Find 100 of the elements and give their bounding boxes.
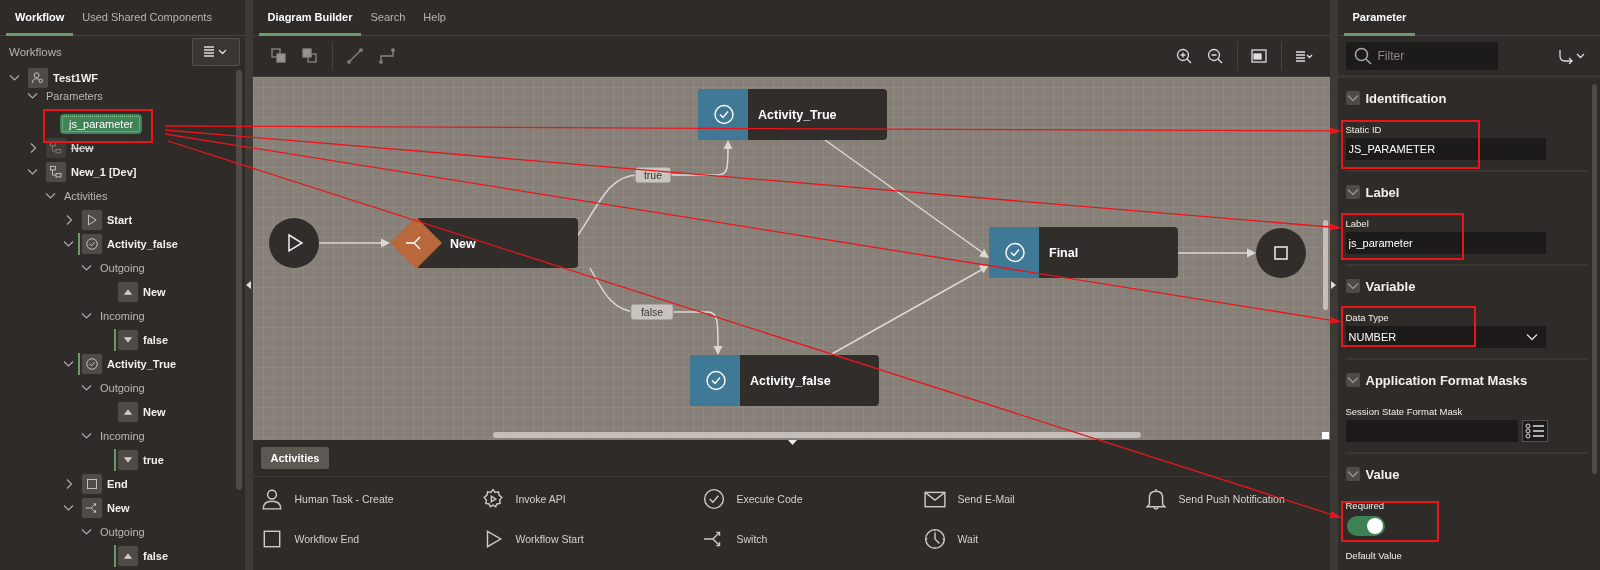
palette-item[interactable]: Switch [702, 519, 768, 559]
zoom-in-icon [1174, 47, 1193, 65]
palette-item[interactable]: Invoke API [481, 479, 566, 519]
list-icon [1524, 423, 1545, 439]
field-label: Session State Format Mask [1345, 406, 1463, 417]
palette-tab[interactable]: Activities [260, 447, 330, 469]
search-icon [1353, 46, 1372, 65]
palette-item[interactable]: Send Push Notification [1144, 479, 1285, 519]
palette-item[interactable]: Workflow Start [481, 519, 584, 559]
tree-item[interactable]: New [143, 406, 166, 418]
field-label: Data Type [1345, 312, 1389, 323]
tree-item[interactable]: js_parameter [60, 114, 143, 134]
clock-icon [923, 528, 946, 550]
palette-item[interactable]: Send E-Mail [923, 479, 1015, 519]
tree-item[interactable]: Test1WF [53, 72, 99, 84]
tree-group-label[interactable]: Outgoing [100, 526, 145, 538]
scrollbar[interactable] [235, 70, 242, 490]
tree-item[interactable]: New [143, 286, 166, 298]
check-circle-icon [702, 488, 725, 510]
bring-front-icon [269, 47, 288, 65]
play-icon [287, 233, 303, 253]
palette-item[interactable]: Wait [923, 519, 979, 559]
diagram-canvas[interactable]: true false New Activity_True Final Activity_false [252, 77, 1330, 440]
check-circle-icon [1004, 242, 1025, 263]
collapse-button[interactable] [1345, 373, 1360, 387]
filter-field[interactable]: Filter [1345, 41, 1498, 70]
end-node[interactable] [1255, 228, 1306, 278]
select-field[interactable]: NUMBER [1345, 326, 1546, 348]
collapse-arrow-icon[interactable] [246, 281, 251, 289]
tab[interactable]: Diagram Builder [258, 0, 362, 36]
section-title: Value [1365, 466, 1400, 482]
check-circle-icon [713, 104, 734, 125]
play-icon [85, 213, 99, 227]
tree-group-label[interactable]: Activities [64, 190, 108, 202]
activity-node[interactable]: Activity_True [697, 89, 887, 140]
scrollbar[interactable] [492, 432, 1141, 438]
tree-group-label[interactable]: Parameters [46, 90, 103, 102]
collapse-button[interactable] [1345, 91, 1360, 105]
collapse-button[interactable] [1345, 279, 1360, 293]
edge-label[interactable]: true [634, 166, 671, 184]
caret-icon [1525, 333, 1538, 341]
square-icon [1273, 246, 1288, 260]
tree-group-label[interactable]: Outgoing [100, 262, 145, 274]
node-label: Final [1048, 246, 1078, 260]
check-circle-icon [705, 370, 726, 391]
hierarchy-icon [49, 165, 63, 179]
panel-heading: Workflows [9, 46, 62, 58]
node-label: New [449, 237, 476, 251]
tab[interactable]: Used Shared Components [73, 0, 221, 36]
menu-button[interactable] [191, 38, 240, 66]
section-title: Application Format Masks [1365, 372, 1528, 388]
tree-item[interactable]: Activity_True [107, 358, 177, 370]
expand-arrow-icon[interactable] [1331, 281, 1336, 289]
section-title: Identification [1365, 90, 1447, 106]
tab[interactable]: Parameter [1343, 0, 1416, 36]
tab[interactable]: Workflow [6, 0, 74, 36]
palette-item[interactable]: Human Task - Create [260, 479, 394, 519]
list-picker-button[interactable] [1521, 420, 1548, 442]
field-label: Static ID [1345, 124, 1382, 135]
fit-icon [1250, 47, 1268, 65]
scrollbar[interactable] [1592, 84, 1597, 474]
palette-item[interactable]: Workflow End [260, 519, 360, 559]
tree-item[interactable]: true [143, 454, 164, 466]
collapse-arrow-icon[interactable] [787, 440, 797, 445]
scrollbar[interactable] [1322, 220, 1328, 310]
connector-arrow[interactable] [317, 238, 390, 248]
check-circle-icon [85, 237, 99, 251]
splitter[interactable] [1329, 0, 1338, 570]
toggle-switch[interactable] [1346, 516, 1385, 536]
text-field[interactable]: JS_PARAMETER [1345, 138, 1546, 160]
resize-corner[interactable] [1321, 432, 1329, 439]
activity-node[interactable]: Activity_false [689, 355, 879, 406]
start-node[interactable] [268, 218, 319, 268]
elbow-line-icon [377, 47, 396, 65]
field-label: Required [1345, 500, 1385, 511]
node-label: Activity_false [749, 374, 831, 388]
text-field[interactable]: js_parameter [1345, 232, 1546, 254]
user-gear-icon [31, 71, 45, 85]
bell-icon [1144, 488, 1167, 510]
tree-group-label[interactable]: Incoming [100, 310, 145, 322]
return-arrow-icon [1558, 47, 1586, 64]
tree-item[interactable]: Activity_false [107, 238, 178, 250]
tree-item[interactable]: New_1 [Dev] [71, 166, 137, 178]
tree-item[interactable]: End [107, 478, 128, 490]
tree-item[interactable]: New [107, 502, 130, 514]
connector-arrow[interactable] [1176, 248, 1256, 258]
tree-item[interactable]: Start [107, 214, 133, 226]
tab[interactable]: Search [361, 0, 415, 36]
square-icon [85, 477, 99, 491]
tree-group-label[interactable]: Incoming [100, 430, 145, 442]
zoom-out-icon [1206, 47, 1224, 65]
tree-item[interactable]: false [143, 550, 169, 562]
palette-item[interactable]: Execute Code [702, 479, 803, 519]
collapse-button[interactable] [1345, 467, 1360, 481]
activity-node[interactable]: Final [988, 227, 1178, 278]
collapse-button[interactable] [1345, 185, 1360, 199]
tab[interactable]: Help [414, 0, 455, 36]
tree-group-label[interactable]: Outgoing [100, 382, 145, 394]
edge-label[interactable]: false [629, 303, 674, 321]
tree-item[interactable]: false [143, 334, 169, 346]
